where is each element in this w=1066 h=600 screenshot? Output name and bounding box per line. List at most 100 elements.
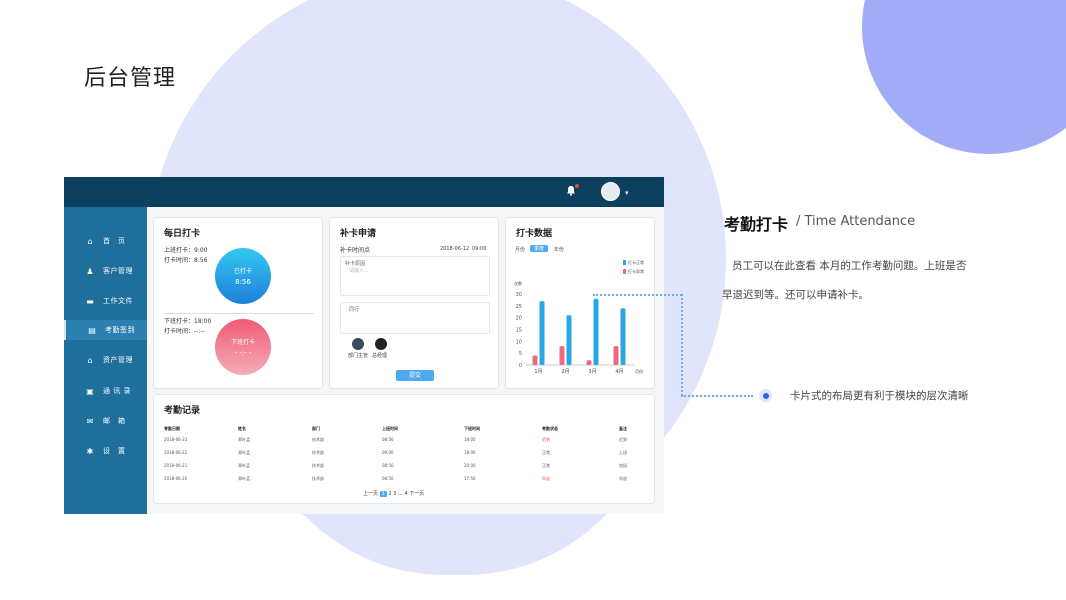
punch-in-time: 上班打卡：9:00 [164, 247, 208, 254]
makeup-time[interactable]: 09:00 [472, 246, 486, 252]
table-cell: 加班 [619, 463, 627, 468]
punch-out-actual: 打卡时间：--:-- [164, 328, 205, 335]
home-icon: ⌂ [87, 236, 93, 246]
feature-title: 考勤打卡 [724, 215, 789, 234]
table-cell: 技术部 [312, 463, 324, 468]
divider [164, 313, 314, 314]
next-page[interactable]: 下一页 [409, 491, 424, 497]
chevron-down-icon[interactable]: ▾ [625, 189, 629, 197]
sidebar-item-label: 首 页 [103, 237, 126, 245]
table-cell: 08:50 [382, 463, 394, 468]
page-ellipsis: ... [397, 491, 403, 497]
makeup-time-label: 补卡时间点 [340, 247, 371, 254]
card-title: 补卡申请 [340, 229, 377, 239]
reason-placeholder: 请输入... [349, 268, 369, 274]
feature-description: 员工可以在此查看 本月的工作考勤问题。上班是否早退迟到等。还可以申请补卡。 [722, 260, 967, 301]
table-header[interactable]: 考勤日期 [164, 426, 180, 432]
legend-normal: 打卡正常 [628, 260, 644, 265]
page-number[interactable]: 1 [379, 491, 387, 497]
punch-in-actual: 打卡时间：8:56 [164, 257, 208, 264]
punch-out-button[interactable]: 下班打卡 - -:- - [215, 319, 271, 375]
x-axis-label: 月份 [635, 368, 643, 374]
contacts-icon: ▣ [86, 386, 94, 396]
sidebar-item-settings[interactable]: ✱ 设 置 [64, 441, 147, 461]
punch-out-button-label: 下班打卡 [230, 339, 255, 346]
cc-input[interactable]: 同行 [340, 302, 490, 334]
page-number[interactable]: 4 [404, 491, 407, 497]
punch-in-button-value: 8:56 [235, 278, 251, 286]
sidebar-item-home[interactable]: ⌂ 首 页 [64, 231, 147, 251]
house-icon: ⌂ [87, 355, 93, 365]
sidebar-item-label: 通 讯 录 [103, 387, 131, 395]
connector-line [681, 395, 753, 397]
legend-swatch [623, 269, 626, 274]
table-header[interactable]: 部门 [312, 426, 320, 432]
mail-icon: ✉ [86, 416, 94, 426]
y-tick-label: 0 [519, 363, 522, 369]
sidebar-item-customers[interactable]: ♟ 客户管理 [64, 261, 147, 281]
table-cell: 正常 [542, 450, 550, 455]
sidebar-item-assets[interactable]: ⌂ 资产管理 [64, 350, 147, 370]
table-cell: 迟到 [542, 437, 550, 442]
tab-month[interactable]: 月份 [515, 246, 525, 253]
sidebar: ⌂ 首 页 ♟ 客户管理 ▬ 工作文件 ▤ 考勤签到 ⌂ 资产管理 ▣ 通 讯 录 ✉ 邮 箱… [64, 207, 147, 514]
notification-dot [575, 184, 579, 188]
approver-avatar[interactable] [375, 338, 387, 350]
bar-abnormal [532, 355, 538, 365]
punch-stats-card: 打卡数据 月份 季度 年份 打卡正常 打卡异常 次数 0 5 10 15 20 25 30 1… [505, 217, 655, 389]
approver-name: 部门主管 [348, 353, 369, 359]
punch-in-button[interactable]: 已打卡 8:56 [215, 248, 271, 304]
slide-title: 后台管理 [84, 66, 177, 91]
sidebar-item-attendance[interactable]: ▤ 考勤签到 [64, 320, 147, 340]
table-header[interactable]: 上班时间 [382, 426, 398, 432]
page-number[interactable]: 3 [393, 491, 396, 497]
x-tick-label: 2月 [561, 369, 569, 375]
submit-button[interactable]: 提交 [396, 370, 434, 381]
table-cell: 早退 [542, 476, 550, 481]
cc-label: 同行 [349, 307, 360, 313]
avatar-icon[interactable] [601, 182, 620, 201]
table-cell: 郑叶孟 [238, 437, 250, 442]
sidebar-item-label: 设 置 [103, 447, 126, 455]
bar-normal [566, 315, 572, 365]
user-icon: ♟ [86, 266, 94, 276]
sidebar-item-mail[interactable]: ✉ 邮 箱 [64, 411, 147, 431]
daily-punch-card: 每日打卡 上班打卡：9:00 打卡时间：8:56 已打卡 8:56 下班打卡：1… [153, 217, 323, 389]
sidebar-item-contacts[interactable]: ▣ 通 讯 录 [64, 381, 147, 401]
bar-normal [593, 298, 599, 365]
reason-input[interactable]: 补卡原因 请输入... [340, 256, 490, 296]
prev-page[interactable]: 上一页 [363, 491, 378, 497]
table-cell: 郑叶孟 [238, 463, 250, 468]
y-tick-label: 5 [519, 351, 522, 357]
stats-chart: 0 5 10 15 20 25 30 1月 2月 3月 4月 月份 [516, 292, 643, 375]
y-tick-label: 30 [516, 292, 522, 298]
tab-year[interactable]: 年份 [554, 246, 564, 253]
table-cell: 2018-06-22 [164, 450, 188, 455]
app-window: ▾ ⌂ 首 页 ♟ 客户管理 ▬ 工作文件 ▤ 考勤签到 ⌂ 资产管理 ▣ 通 讯 录 ✉ 邮… [64, 177, 664, 514]
table-cell: 18:00 [464, 450, 476, 455]
card-title: 每日打卡 [164, 229, 201, 239]
bar-abnormal [559, 346, 565, 365]
page-number[interactable]: 2 [388, 491, 391, 497]
table-cell: 早退 [619, 476, 627, 481]
y-tick-label: 25 [516, 304, 522, 310]
tab-quarter[interactable]: 季度 [530, 245, 549, 252]
reason-label: 补卡原因 [345, 261, 366, 267]
makeup-date[interactable]: 2018-06-12 [440, 246, 469, 252]
y-tick-label: 15 [516, 328, 522, 334]
table-header[interactable]: 备注 [619, 426, 627, 432]
table-header[interactable]: 下班时间 [464, 426, 480, 432]
table-cell: 2018-06-20 [164, 476, 188, 481]
table-cell: 迟到 [619, 437, 627, 442]
sidebar-item-files[interactable]: ▬ 工作文件 [64, 291, 147, 311]
feature-note: 卡片式的布局更有利于模块的层次清晰 [790, 390, 969, 402]
bar-normal [620, 308, 626, 365]
punch-out-time: 下班打卡：18:00 [164, 318, 212, 325]
x-tick-label: 4月 [615, 369, 623, 375]
table-header[interactable]: 姓名 [238, 426, 246, 432]
bell-icon[interactable] [566, 184, 579, 197]
table-header[interactable]: 考勤状态 [542, 426, 558, 432]
approver-avatar[interactable] [352, 338, 364, 350]
table-cell: 17:50 [464, 476, 476, 481]
sidebar-item-label: 资产管理 [103, 356, 133, 364]
